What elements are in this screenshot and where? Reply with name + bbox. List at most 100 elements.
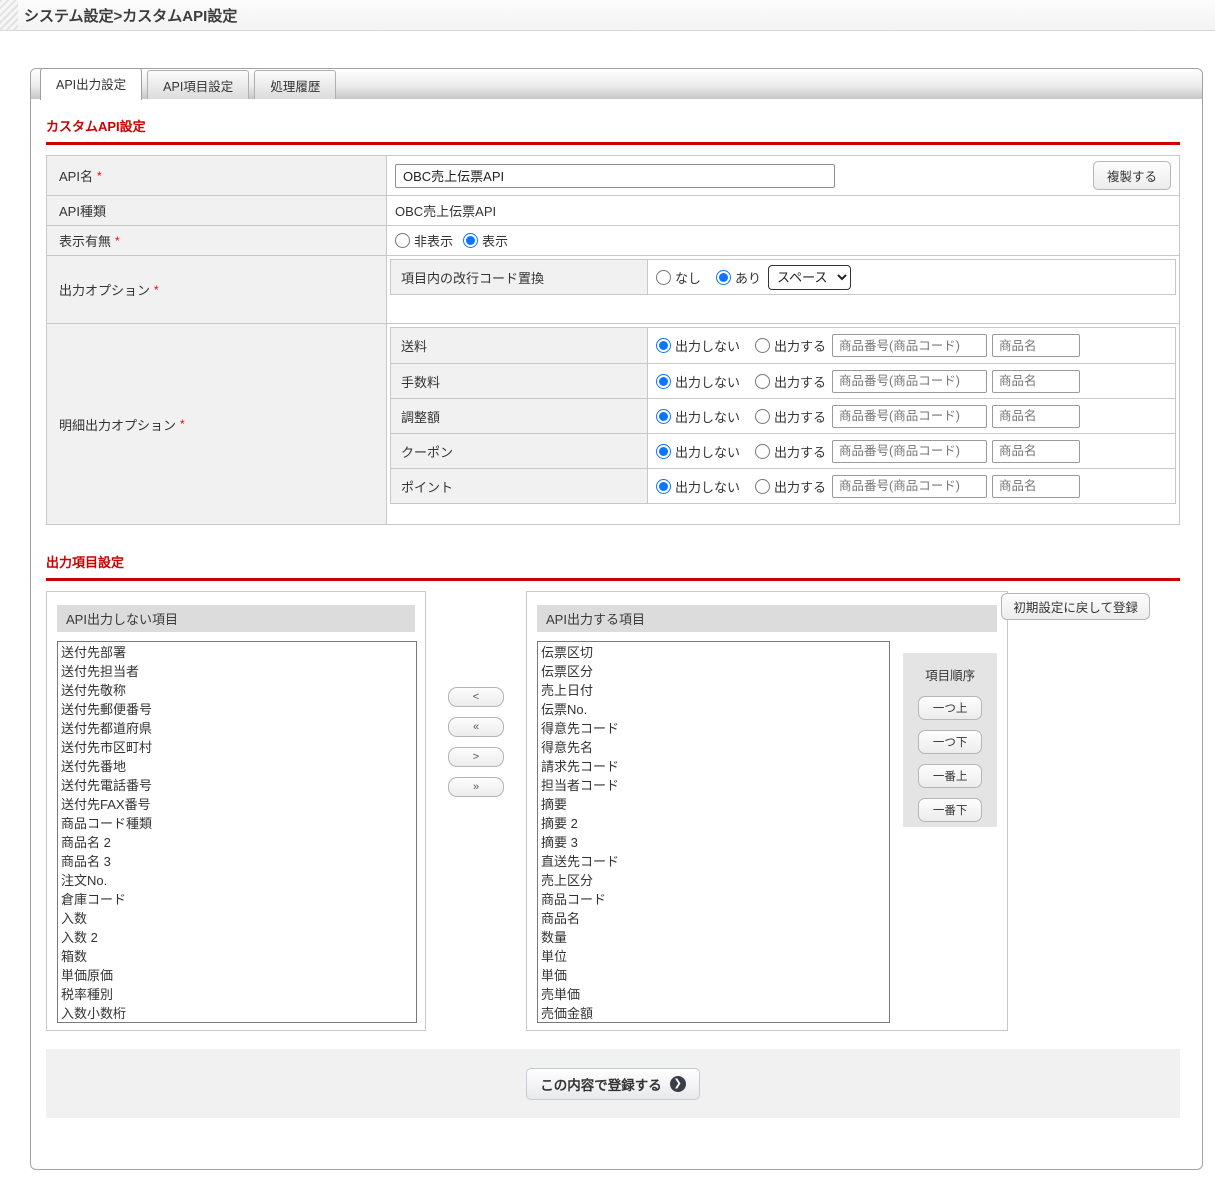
list-item[interactable]: 箱数 xyxy=(61,947,416,966)
api-name-input[interactable] xyxy=(395,164,835,188)
product-name-input[interactable] xyxy=(992,334,1080,357)
radio-hidden-input[interactable] xyxy=(395,233,410,248)
product-code-input[interactable] xyxy=(832,475,987,498)
radio-no-output[interactable]: 出力しない xyxy=(656,407,740,426)
list-item[interactable]: 伝票区切 xyxy=(541,643,889,662)
radio-no-output-input[interactable] xyxy=(656,479,671,494)
list-item[interactable]: 送付先担当者 xyxy=(61,662,416,681)
duplicate-button[interactable]: 複製する xyxy=(1093,161,1171,190)
move-right-button[interactable]: > xyxy=(448,747,504,767)
list-item[interactable]: 単価原価 xyxy=(61,966,416,985)
radio-output-input[interactable] xyxy=(755,338,770,353)
move-down-one-button[interactable]: 一つ下 xyxy=(918,730,982,754)
product-code-input[interactable] xyxy=(832,440,987,463)
submit-arrow-icon: ❯ xyxy=(670,1076,686,1092)
radio-output[interactable]: 出力する xyxy=(755,336,826,355)
move-to-top-button[interactable]: 一番上 xyxy=(918,764,982,788)
reset-to-default-button[interactable]: 初期設定に戻して登録 xyxy=(1001,593,1150,620)
list-item[interactable]: 単価 xyxy=(541,966,889,985)
list-item[interactable]: 税率種別 xyxy=(61,985,416,1004)
tab-api-output-settings[interactable]: API出力設定 xyxy=(40,68,142,100)
move-all-left-button[interactable]: « xyxy=(448,717,504,737)
product-code-input[interactable] xyxy=(832,405,987,428)
radio-output-input[interactable] xyxy=(755,479,770,494)
list-item[interactable]: 売上区分 xyxy=(541,871,889,890)
radio-no-output[interactable]: 出力しない xyxy=(656,442,740,461)
radio-no-output[interactable]: 出力しない xyxy=(656,336,740,355)
list-item[interactable]: 請求先コード xyxy=(541,757,889,776)
list-item[interactable]: 送付先市区町村 xyxy=(61,738,416,757)
included-items-listbox[interactable]: 伝票区切伝票区分売上日付伝票No.得意先コード得意先名請求先コード担当者コード摘… xyxy=(537,641,890,1023)
list-item[interactable]: 商品名 2 xyxy=(61,833,416,852)
radio-newline-yes[interactable]: あり xyxy=(716,268,761,287)
list-item[interactable]: 送付先電話番号 xyxy=(61,776,416,795)
item-order-panel: 項目順序 一つ上 一つ下 一番上 一番下 xyxy=(903,653,997,827)
list-item[interactable]: 売単価 xyxy=(541,985,889,1004)
product-name-input[interactable] xyxy=(992,475,1080,498)
radio-no-output-input[interactable] xyxy=(656,409,671,424)
move-up-one-button[interactable]: 一つ上 xyxy=(918,696,982,720)
list-item[interactable]: 得意先コード xyxy=(541,719,889,738)
radio-output[interactable]: 出力する xyxy=(755,477,826,496)
radio-no-output-input[interactable] xyxy=(656,374,671,389)
radio-output[interactable]: 出力する xyxy=(755,442,826,461)
radio-output-input[interactable] xyxy=(755,374,770,389)
list-item[interactable]: 送付先部署 xyxy=(61,643,416,662)
tab-api-item-settings[interactable]: API項目設定 xyxy=(147,70,249,99)
product-code-input[interactable] xyxy=(832,370,987,393)
list-item[interactable]: 摘要 2 xyxy=(541,814,889,833)
radio-output[interactable]: 出力する xyxy=(755,407,826,426)
list-item[interactable]: 直送先コード xyxy=(541,852,889,871)
radio-hidden[interactable]: 非表示 xyxy=(395,231,453,250)
radio-newline-none[interactable]: なし xyxy=(656,268,701,287)
list-item[interactable]: 売上日付 xyxy=(541,681,889,700)
move-to-bottom-button[interactable]: 一番下 xyxy=(918,798,982,822)
list-item[interactable]: 商品名 3 xyxy=(61,852,416,871)
list-item[interactable]: 送付先敬称 xyxy=(61,681,416,700)
radio-output[interactable]: 出力する xyxy=(755,372,826,391)
move-left-button[interactable]: < xyxy=(448,687,504,707)
radio-visible-input[interactable] xyxy=(463,233,478,248)
list-item[interactable]: 送付先郵便番号 xyxy=(61,700,416,719)
list-item[interactable]: 摘要 3 xyxy=(541,833,889,852)
list-item[interactable]: 送付先FAX番号 xyxy=(61,795,416,814)
radio-newline-yes-input[interactable] xyxy=(716,270,731,285)
excluded-items-listbox[interactable]: 送付先部署送付先担当者送付先敬称送付先郵便番号送付先都道府県送付先市区町村送付先… xyxy=(57,641,417,1023)
tab-process-history[interactable]: 処理履歴 xyxy=(254,70,336,99)
list-item[interactable]: 送付先都道府県 xyxy=(61,719,416,738)
move-all-right-button[interactable]: » xyxy=(448,777,504,797)
list-item[interactable]: 得意先名 xyxy=(541,738,889,757)
newline-replace-select[interactable]: スペース xyxy=(768,265,851,290)
radio-no-output[interactable]: 出力しない xyxy=(656,477,740,496)
radio-output-input[interactable] xyxy=(755,409,770,424)
list-item[interactable]: 数量 xyxy=(541,928,889,947)
radio-no-output-input[interactable] xyxy=(656,444,671,459)
visibility-label: 表示有無* xyxy=(47,226,387,255)
radio-newline-none-input[interactable] xyxy=(656,270,671,285)
product-name-input[interactable] xyxy=(992,405,1080,428)
list-item[interactable]: 入数小数桁 xyxy=(61,1004,416,1023)
product-code-input[interactable] xyxy=(832,334,987,357)
radio-visible[interactable]: 表示 xyxy=(463,231,508,250)
list-item[interactable]: 入数 xyxy=(61,909,416,928)
api-type-value: OBC売上伝票API xyxy=(395,201,496,220)
list-item[interactable]: 商品コード xyxy=(541,890,889,909)
list-item[interactable]: 商品コード種類 xyxy=(61,814,416,833)
list-item[interactable]: 倉庫コード xyxy=(61,890,416,909)
list-item[interactable]: 売価金額 xyxy=(541,1004,889,1023)
list-item[interactable]: 摘要 xyxy=(541,795,889,814)
list-item[interactable]: 送付先番地 xyxy=(61,757,416,776)
list-item[interactable]: 商品名 xyxy=(541,909,889,928)
list-item[interactable]: 伝票No. xyxy=(541,700,889,719)
list-item[interactable]: 入数 2 xyxy=(61,928,416,947)
list-item[interactable]: 注文No. xyxy=(61,871,416,890)
list-item[interactable]: 伝票区分 xyxy=(541,662,889,681)
product-name-input[interactable] xyxy=(992,440,1080,463)
list-item[interactable]: 担当者コード xyxy=(541,776,889,795)
submit-button[interactable]: この内容で登録する ❯ xyxy=(526,1068,700,1100)
radio-no-output-input[interactable] xyxy=(656,338,671,353)
list-item[interactable]: 単位 xyxy=(541,947,889,966)
product-name-input[interactable] xyxy=(992,370,1080,393)
radio-no-output[interactable]: 出力しない xyxy=(656,372,740,391)
radio-output-input[interactable] xyxy=(755,444,770,459)
